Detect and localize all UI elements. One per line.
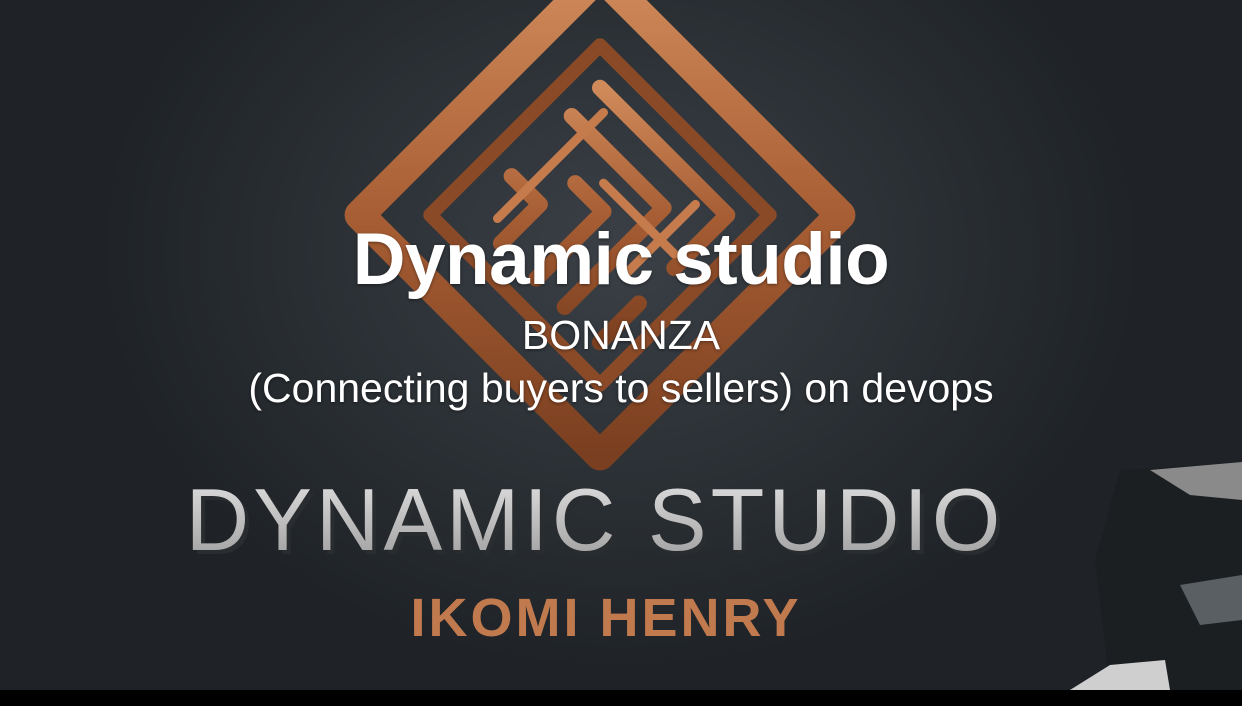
page-title: Dynamic studio: [352, 219, 890, 300]
page-subtitle: BONANZA: [521, 312, 721, 358]
hero-text-overlay: Dynamic studio BONANZA (Connecting buyer…: [0, 0, 1242, 690]
bottom-bar: [0, 690, 1242, 706]
page-description: (Connecting buyers to sellers) on devops: [248, 365, 994, 411]
hero-banner: DYNAMIC STUDIO DYNAMIC STUDIO IKOMI HENR…: [0, 0, 1242, 690]
